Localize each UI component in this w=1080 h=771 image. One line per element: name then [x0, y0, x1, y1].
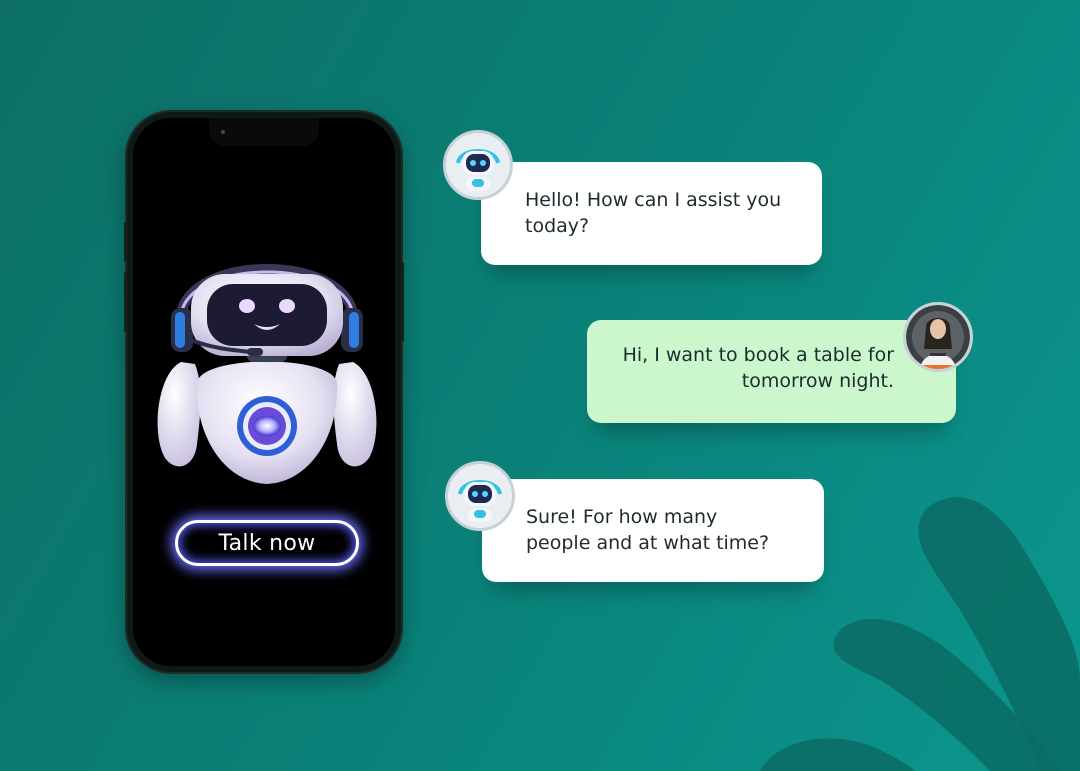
message-text: Hi, I want to book a table for tomorrow … [622, 344, 894, 392]
bot-avatar-icon [445, 461, 515, 531]
phone-side-button [124, 272, 127, 332]
phone-notch [209, 118, 319, 146]
user-avatar-icon [903, 302, 973, 372]
phone-screen: Talk now [133, 118, 395, 666]
talk-now-button[interactable]: Talk now [175, 520, 359, 566]
bot-avatar-icon [443, 130, 513, 200]
phone-side-button [401, 262, 404, 342]
chat-bubble-bot: Sure! For how many people and at what ti… [482, 479, 824, 582]
robot-illustration [157, 264, 377, 484]
message-text: Hello! How can I assist you today? [525, 189, 782, 237]
camera-icon [221, 130, 225, 134]
phone-side-button [124, 222, 127, 262]
message-text: Sure! For how many people and at what ti… [526, 506, 770, 554]
chat-bubble-bot: Hello! How can I assist you today? [481, 162, 822, 265]
chat-bubble-user: Hi, I want to book a table for tomorrow … [587, 320, 956, 423]
phone-mockup: Talk now [124, 112, 404, 672]
